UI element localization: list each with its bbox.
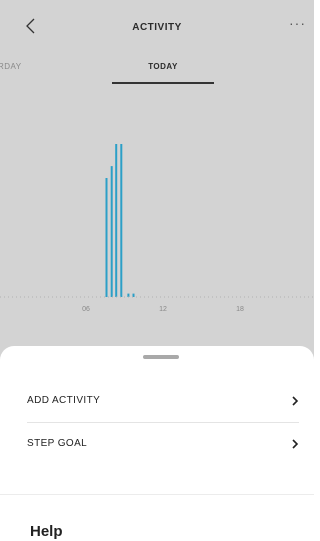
chevron-right-icon [292, 396, 299, 406]
add-activity-item[interactable]: ADD ACTIVITY [27, 383, 299, 419]
add-activity-label: ADD ACTIVITY [27, 395, 101, 406]
chart-bar-4 [127, 293, 130, 297]
x-tick-06: 06 [82, 306, 90, 313]
step-activity-chart: 06 12 18 [0, 144, 314, 313]
x-tick-12: 12 [159, 306, 167, 313]
sheet-drag-handle[interactable] [143, 355, 179, 359]
chevron-right-icon [292, 439, 299, 449]
step-goal-item[interactable]: STEP GOAL [27, 426, 299, 462]
chart-bar-3 [120, 144, 123, 297]
chart-bar-5 [132, 293, 135, 297]
step-goal-label: STEP GOAL [27, 438, 88, 449]
x-tick-18: 18 [236, 306, 244, 313]
section-divider [0, 494, 314, 495]
menu-divider [27, 422, 299, 423]
chart-bar-1 [110, 166, 113, 297]
bottom-sheet: ADD ACTIVITY STEP GOAL Help [0, 346, 314, 541]
chart-bar-0 [105, 178, 108, 297]
chart-bar-2 [115, 144, 118, 297]
help-heading: Help [30, 523, 63, 540]
